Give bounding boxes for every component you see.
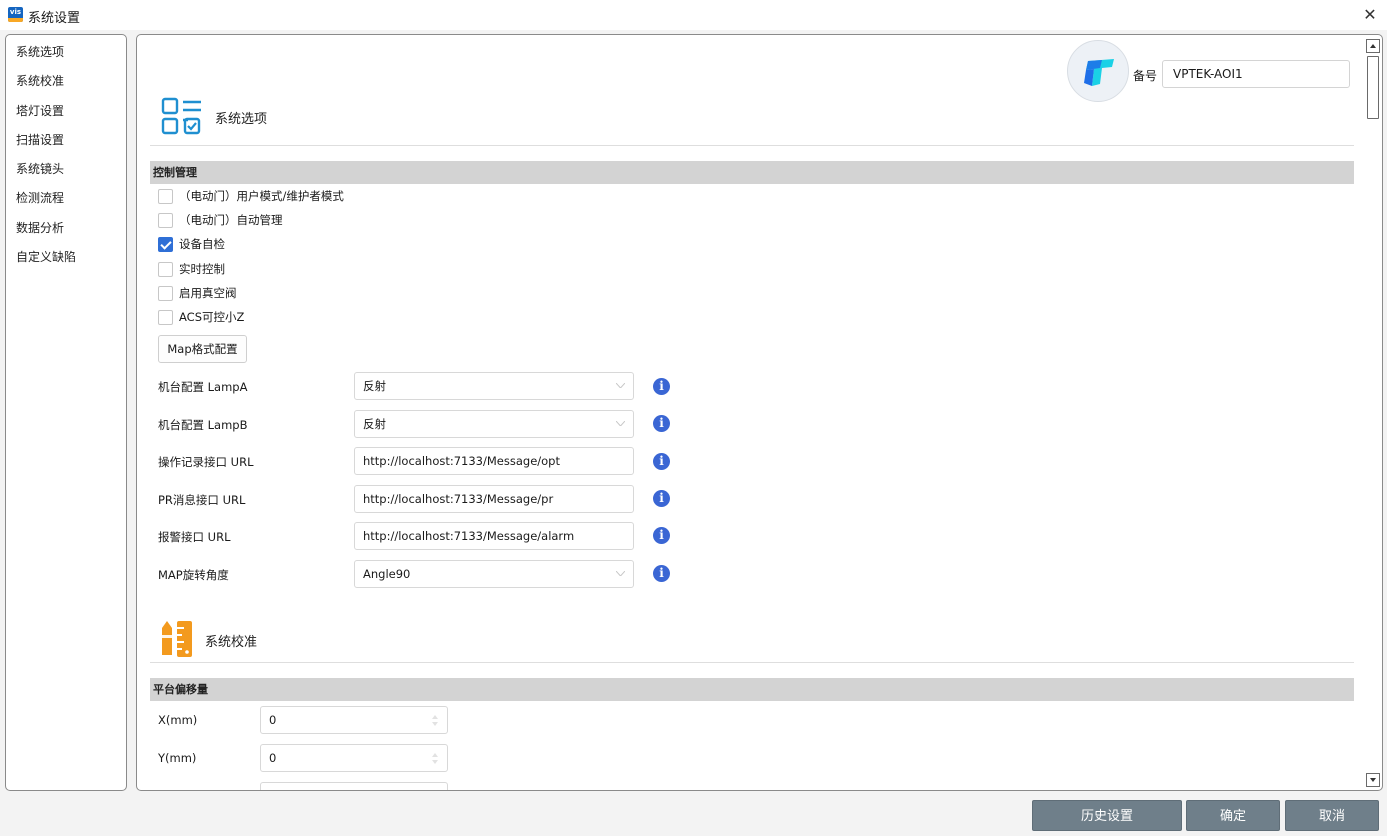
info-icon[interactable]: i (653, 453, 670, 470)
section-title-system-calibration: 系统校准 (205, 635, 258, 650)
checkbox-label: ACS可控小Z (179, 310, 245, 324)
info-icon[interactable]: i (653, 490, 670, 507)
spinner-arrows-icon[interactable] (432, 715, 439, 726)
checkbox-box[interactable] (158, 286, 173, 301)
cancel-button[interactable]: 取消 (1285, 800, 1379, 831)
history-settings-button[interactable]: 历史设置 (1032, 800, 1182, 831)
lamp-b-select[interactable]: 反射 (354, 410, 634, 438)
checkbox-box[interactable] (158, 262, 173, 277)
input-value: 0 (269, 751, 277, 765)
checkbox-box[interactable] (158, 213, 173, 228)
sidebar: 系统选项 系统校准 塔灯设置 扫描设置 系统镜头 检测流程 数据分析 自定义缺陷 (5, 34, 127, 791)
checkbox-label: （电动门）用户模式/维护者模式 (179, 189, 344, 203)
checkbox-box[interactable] (158, 189, 173, 204)
chevron-down-icon (616, 421, 625, 426)
checkbox-box[interactable] (158, 310, 173, 325)
checkbox-box-checked[interactable] (158, 237, 173, 252)
close-button[interactable]: ✕ (1353, 0, 1387, 30)
checklist-icon (161, 97, 201, 135)
y-offset-input[interactable]: 0 (260, 744, 448, 772)
sidebar-item-system-calibration[interactable]: 系统校准 (6, 67, 126, 96)
info-icon[interactable]: i (653, 415, 670, 432)
spinner-arrows-icon[interactable] (432, 753, 439, 764)
field-label-map-rotation: MAP旋转角度 (158, 568, 229, 582)
info-icon[interactable]: i (653, 527, 670, 544)
scroll-up-arrow-icon[interactable] (1366, 39, 1380, 53)
close-icon: ✕ (1363, 5, 1377, 24)
field-label-lamp-b: 机台配置 LampB (158, 418, 248, 432)
group-header-control-management: 控制管理 (150, 161, 1354, 184)
field-label-operation-log-url: 操作记录接口 URL (158, 455, 254, 469)
group-header-platform-offset: 平台偏移量 (150, 678, 1354, 701)
sidebar-item-system-options[interactable]: 系统选项 (6, 38, 126, 67)
avatar[interactable] (1067, 40, 1129, 102)
info-icon[interactable]: i (653, 378, 670, 395)
scroll-down-arrow-icon[interactable] (1366, 773, 1380, 787)
chevron-down-icon (616, 383, 625, 388)
pr-message-url-input[interactable]: http://localhost:7133/Message/pr (354, 485, 634, 513)
device-number-input[interactable]: VPTEK-AOI1 (1162, 60, 1350, 88)
brand-logo-icon (1084, 59, 1114, 86)
checkbox-label: 实时控制 (179, 262, 225, 276)
select-value: 反射 (363, 379, 386, 393)
section-title-system-options: 系统选项 (215, 112, 268, 127)
section-divider (150, 662, 1354, 663)
sidebar-item-inspection-flow[interactable]: 检测流程 (6, 184, 126, 213)
select-value: 反射 (363, 417, 386, 431)
lamp-a-select[interactable]: 反射 (354, 372, 634, 400)
select-value: Angle90 (363, 567, 411, 581)
next-offset-input[interactable] (260, 782, 448, 790)
sidebar-item-system-lens[interactable]: 系统镜头 (6, 155, 126, 184)
section-divider (150, 145, 1354, 146)
field-label-y-mm: Y(mm) (158, 751, 197, 765)
title-bar: vis 系统设置 ✕ (0, 0, 1387, 30)
device-number-label: 备号 (1133, 69, 1158, 83)
field-label-pr-message-url: PR消息接口 URL (158, 493, 246, 507)
settings-panel: 备号 VPTEK-AOI1 系统选项 控制管理 （电动门）用户模式/维护者模式 … (136, 34, 1383, 791)
sidebar-item-tower-light[interactable]: 塔灯设置 (6, 97, 126, 126)
x-offset-input[interactable]: 0 (260, 706, 448, 734)
alarm-url-input[interactable]: http://localhost:7133/Message/alarm (354, 522, 634, 550)
checkbox-label: （电动门）自动管理 (179, 213, 283, 227)
ruler-pencil-icon (162, 621, 192, 657)
app-logo-icon: vis (8, 7, 23, 22)
checkbox-label: 设备自检 (179, 237, 225, 251)
sidebar-item-custom-defect[interactable]: 自定义缺陷 (6, 243, 126, 272)
map-rotation-select[interactable]: Angle90 (354, 560, 634, 588)
field-label-x-mm: X(mm) (158, 713, 198, 727)
map-format-config-button[interactable]: Map格式配置 (158, 335, 247, 363)
input-value: 0 (269, 713, 277, 727)
checkbox-label: 启用真空阀 (179, 286, 237, 300)
field-label-alarm-url: 报警接口 URL (158, 530, 231, 544)
sidebar-item-data-analysis[interactable]: 数据分析 (6, 214, 126, 243)
operation-log-url-input[interactable]: http://localhost:7133/Message/opt (354, 447, 634, 475)
field-label-lamp-a: 机台配置 LampA (158, 380, 248, 394)
sidebar-item-scan-settings[interactable]: 扫描设置 (6, 126, 126, 155)
window-title: 系统设置 (28, 11, 81, 26)
scroll-thumb[interactable] (1367, 56, 1379, 119)
chevron-down-icon (616, 571, 625, 576)
vertical-scrollbar[interactable] (1366, 39, 1380, 787)
info-icon[interactable]: i (653, 565, 670, 582)
ok-button[interactable]: 确定 (1186, 800, 1280, 831)
